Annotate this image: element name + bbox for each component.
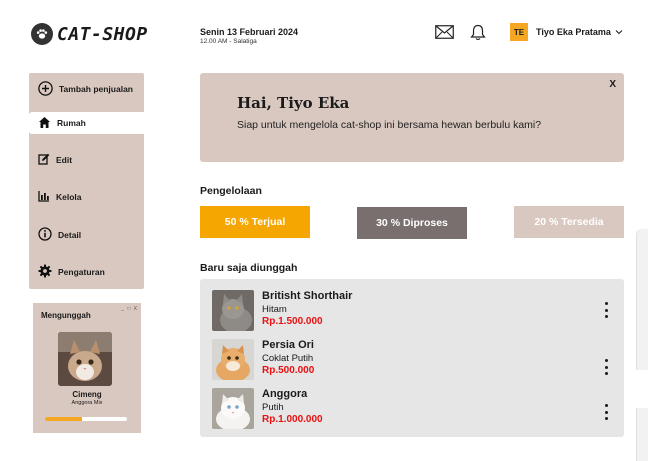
upload-cat-breed: Anggora Mix: [71, 400, 103, 406]
cat-color: Putih: [262, 402, 284, 413]
sidebar-item-pengaturan[interactable]: Pengaturan: [29, 261, 144, 283]
edit-icon: [38, 153, 50, 167]
sidebar-item-label: Detail: [58, 230, 82, 240]
cat-thumbnail: [212, 290, 254, 331]
side-panel-edge: [636, 229, 648, 461]
sidebar-item-kelola[interactable]: Kelola: [29, 186, 144, 208]
bar-chart-icon: [38, 190, 50, 204]
bell-icon[interactable]: [468, 23, 488, 41]
cat-thumbnail: [212, 339, 254, 380]
welcome-banner: Hai, Tiyo Eka Siap untuk mengelola cat-s…: [200, 73, 624, 162]
upload-title: Mengunggah: [41, 311, 91, 320]
avatar: TE: [510, 23, 528, 41]
brand-logo[interactable]: CAT-SHOP: [31, 23, 148, 45]
upload-progress-fill: [45, 417, 82, 421]
user-menu[interactable]: TE Tiyo Eka Pratama: [510, 23, 623, 41]
home-icon: [38, 116, 51, 131]
time-location-text: 12.00 AM - Salatiga: [200, 38, 257, 45]
banner-title: Hai, Tiyo Eka: [237, 94, 350, 112]
cat-name: Anggora: [262, 388, 308, 400]
info-icon: [38, 227, 52, 243]
sidebar-item-label: Kelola: [56, 192, 82, 202]
cat-name: Britisht Shorthair: [262, 290, 353, 302]
recent-title: Baru saja diunggah: [200, 262, 298, 274]
cat-color: Coklat Putih: [262, 353, 314, 364]
stat-terjual-button[interactable]: 50 % Terjual: [200, 206, 310, 238]
cat-price: Rp.1.000.000: [262, 414, 323, 425]
plus-circle-icon: [38, 80, 53, 98]
sidebar-item-label: Rumah: [57, 118, 86, 128]
cat-color: Hitam: [262, 304, 287, 315]
sidebar-item-edit[interactable]: Edit: [29, 149, 144, 171]
banner-subtitle: Siap untuk mengelola cat-shop ini bersam…: [237, 119, 542, 131]
side-panel-strip: [636, 370, 648, 408]
stats-title: Pengelolaan: [200, 185, 262, 197]
cat-name: Persia Ori: [262, 339, 314, 351]
stat-tersedia-button[interactable]: 20 % Tersedia: [514, 206, 624, 238]
list-item[interactable]: Britisht Shorthair Hitam Rp.1.500.000: [212, 290, 612, 334]
more-options-icon[interactable]: [600, 359, 612, 375]
cat-thumbnail: [212, 388, 254, 429]
upload-cat-name: Cimeng: [72, 390, 102, 399]
list-item[interactable]: Anggora Putih Rp.1.000.000: [212, 388, 612, 432]
upload-widget: Mengunggah _ □ X Cimeng Anggora Mix: [33, 303, 141, 433]
date-text: Senin 13 Februari 2024: [200, 27, 299, 37]
stat-diproses-button[interactable]: 30 % Diproses: [357, 207, 467, 239]
date-display: Senin 13 Februari 2024 12.00 AM - Salati…: [200, 27, 298, 45]
window-controls[interactable]: _ □ X: [121, 306, 138, 312]
paw-icon: [31, 23, 53, 45]
cat-price: Rp.1.500.000: [262, 316, 323, 327]
brand-name: CAT-SHOP: [57, 23, 148, 45]
sidebar-item-detail[interactable]: Detail: [29, 224, 144, 246]
sidebar-item-label: Edit: [56, 155, 73, 165]
sidebar-item-tambah-penjualan[interactable]: Tambah penjualan: [29, 78, 144, 100]
cat-price: Rp.500.000: [262, 365, 315, 376]
upload-progress-bar: [45, 417, 127, 421]
more-options-icon[interactable]: [600, 302, 612, 318]
close-icon[interactable]: X: [609, 79, 616, 90]
sidebar-item-label: Pengaturan: [58, 267, 105, 277]
sidebar-item-label: Tambah penjualan: [59, 84, 133, 94]
recent-list: Britisht Shorthair Hitam Rp.1.500.000 Pe…: [200, 279, 624, 437]
sidebar-item-rumah[interactable]: Rumah: [29, 112, 144, 134]
mail-icon[interactable]: [434, 23, 454, 41]
user-name: Tiyo Eka Pratama: [536, 27, 611, 37]
more-options-icon[interactable]: [600, 404, 612, 420]
gear-icon: [38, 264, 52, 280]
chevron-down-icon: [615, 27, 623, 37]
sidebar: Tambah penjualan Rumah Edit Kelola Detai…: [29, 73, 144, 289]
list-item[interactable]: Persia Ori Coklat Putih Rp.500.000: [212, 339, 612, 383]
upload-photo: [58, 332, 112, 386]
